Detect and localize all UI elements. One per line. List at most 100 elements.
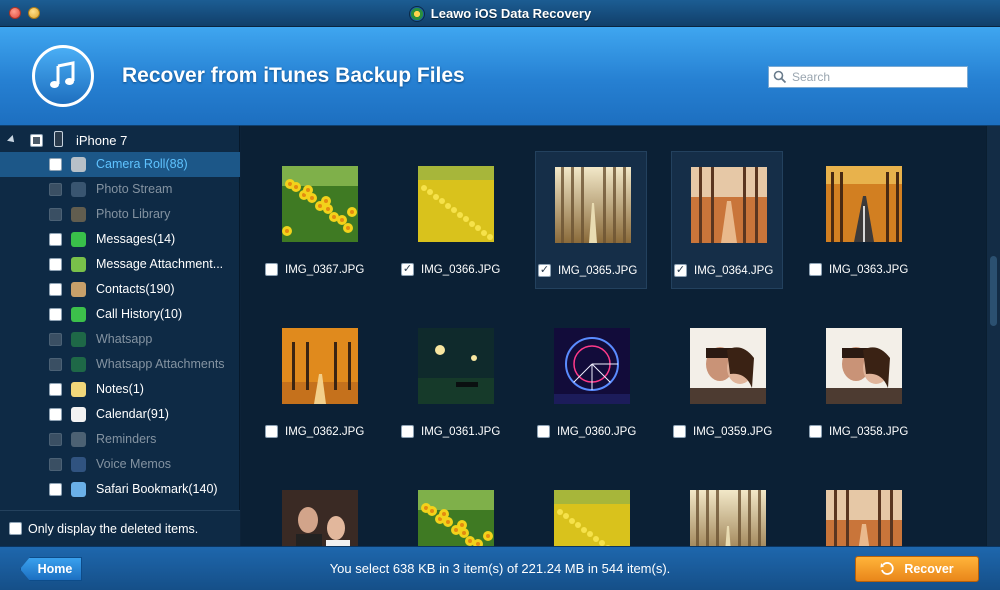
photo-thumbnail[interactable]: IMG_0363.JPG xyxy=(807,151,919,289)
photo-filename: IMG_0359.JPG xyxy=(693,425,773,438)
voice-memos-icon xyxy=(71,457,86,472)
search-box[interactable] xyxy=(768,66,968,88)
sidebar-item-notes[interactable]: Notes(1) xyxy=(0,377,240,402)
photo-image[interactable] xyxy=(826,328,902,404)
device-tree-root[interactable]: iPhone 7 xyxy=(0,128,240,152)
deleted-only-checkbox[interactable] xyxy=(9,522,22,535)
photo-checkbox[interactable] xyxy=(674,264,687,277)
sidebar-item-label: Camera Roll(88) xyxy=(96,157,188,171)
sidebar-item-call-history[interactable]: Call History(10) xyxy=(0,302,240,327)
sidebar-item-safari-bookmark[interactable]: Safari Bookmark(140) xyxy=(0,477,240,502)
photo-thumbnail[interactable]: IMG_0367.JPG xyxy=(263,151,375,289)
photo-image[interactable] xyxy=(418,490,494,546)
thumbnail-grid: IMG_0367.JPG IMG_0366.JPG IMG_0365.JPG IMG_… xyxy=(241,126,986,546)
photo-image[interactable] xyxy=(555,167,631,243)
photo-image[interactable] xyxy=(282,490,358,546)
photo-checkbox[interactable] xyxy=(265,263,278,276)
photo-image[interactable] xyxy=(690,490,766,546)
photo-thumbnail[interactable]: IMG_0360.JPG xyxy=(535,313,647,451)
photo-thumbnail[interactable]: IMG_0364.JPG xyxy=(671,151,783,289)
photo-image[interactable] xyxy=(826,166,902,242)
sidebar-item-photo-stream[interactable]: Photo Stream xyxy=(0,177,240,202)
sidebar-item-label: Photo Stream xyxy=(96,182,173,196)
photo-thumbnail[interactable]: IMG_0366.JPG xyxy=(399,151,511,289)
photo-thumbnail[interactable]: IMG_0358.JPG xyxy=(807,313,919,451)
category-checkbox[interactable] xyxy=(49,408,62,421)
photo-filename: IMG_0367.JPG xyxy=(285,263,365,276)
sidebar-item-label: Reminders xyxy=(96,432,157,446)
photo-thumbnail[interactable] xyxy=(807,475,919,546)
photo-checkbox[interactable] xyxy=(401,263,414,276)
app-window: Leawo iOS Data Recovery Recover from iTu… xyxy=(0,0,1000,590)
grid-scrollbar[interactable] xyxy=(986,126,1000,546)
category-checkbox[interactable] xyxy=(49,233,62,246)
photo-image[interactable] xyxy=(554,328,630,404)
photo-image[interactable] xyxy=(418,328,494,404)
category-checkbox[interactable] xyxy=(49,383,62,396)
deleted-only-option[interactable]: Only display the deleted items. xyxy=(0,510,240,546)
whatsapp-icon xyxy=(71,332,86,347)
photo-checkbox[interactable] xyxy=(401,425,414,438)
category-checkbox[interactable] xyxy=(49,258,62,271)
category-checkbox[interactable] xyxy=(49,483,62,496)
sidebar-item-contacts[interactable]: Contacts(190) xyxy=(0,277,240,302)
photo-caption: IMG_0361.JPG xyxy=(401,425,500,438)
photo-image[interactable] xyxy=(554,490,630,546)
category-checkbox xyxy=(49,433,62,446)
sidebar-item-voice-memos[interactable]: Voice Memos xyxy=(0,452,240,477)
recover-button[interactable]: Recover xyxy=(855,556,979,582)
call-history-icon xyxy=(71,307,86,322)
photo-filename: IMG_0362.JPG xyxy=(285,425,365,438)
photo-thumbnail[interactable] xyxy=(263,475,375,546)
photo-checkbox[interactable] xyxy=(265,425,278,438)
sidebar-item-photo-library[interactable]: Photo Library xyxy=(0,202,240,227)
photo-thumbnail[interactable]: IMG_0365.JPG xyxy=(535,151,647,289)
photo-checkbox[interactable] xyxy=(809,425,822,438)
photo-thumbnail[interactable]: IMG_0362.JPG xyxy=(263,313,375,451)
photo-thumbnail[interactable] xyxy=(399,475,511,546)
photo-image[interactable] xyxy=(282,166,358,242)
sidebar-item-camera-roll[interactable]: Camera Roll(88) xyxy=(0,152,240,177)
sidebar-item-calendar[interactable]: Calendar(91) xyxy=(0,402,240,427)
photo-thumbnail[interactable]: IMG_0359.JPG xyxy=(671,313,783,451)
photo-image[interactable] xyxy=(691,167,767,243)
deleted-only-label: Only display the deleted items. xyxy=(28,521,199,536)
sidebar-item-reminders[interactable]: Reminders xyxy=(0,427,240,452)
photo-checkbox[interactable] xyxy=(538,264,551,277)
photo-thumbnail[interactable] xyxy=(535,475,647,546)
recover-label: Recover xyxy=(904,562,954,576)
header: Recover from iTunes Backup Files xyxy=(0,27,1000,126)
expand-triangle-icon[interactable] xyxy=(7,135,17,145)
search-input[interactable] xyxy=(792,70,962,84)
sidebar-item-label: Message Attachment... xyxy=(96,257,224,271)
scrollbar-thumb[interactable] xyxy=(990,256,997,326)
photo-image[interactable] xyxy=(826,490,902,546)
sidebar-item-messages[interactable]: Messages(14) xyxy=(0,227,240,252)
category-checkbox[interactable] xyxy=(49,283,62,296)
photo-image[interactable] xyxy=(690,328,766,404)
photo-filename: IMG_0361.JPG xyxy=(421,425,501,438)
photo-library-icon xyxy=(71,207,86,222)
photo-thumbnail[interactable]: IMG_0361.JPG xyxy=(399,313,511,451)
photo-filename: IMG_0360.JPG xyxy=(557,425,637,438)
photo-checkbox[interactable] xyxy=(537,425,550,438)
sidebar-item-label: Notes(1) xyxy=(96,382,144,396)
photo-image[interactable] xyxy=(282,328,358,404)
photo-caption: IMG_0363.JPG xyxy=(809,263,908,276)
sidebar-item-whatsapp[interactable]: Whatsapp xyxy=(0,327,240,352)
device-checkbox[interactable] xyxy=(30,134,43,147)
sidebar-item-label: Contacts(190) xyxy=(96,282,175,296)
photo-caption: IMG_0364.JPG xyxy=(674,264,773,277)
photo-thumbnail[interactable] xyxy=(671,475,783,546)
sidebar-item-whatsapp-attachments[interactable]: Whatsapp Attachments xyxy=(0,352,240,377)
category-checkbox xyxy=(49,208,62,221)
window-title: Leawo iOS Data Recovery xyxy=(430,6,592,21)
category-checkbox[interactable] xyxy=(49,308,62,321)
category-checkbox[interactable] xyxy=(49,158,62,171)
photo-filename: IMG_0365.JPG xyxy=(558,264,638,277)
photo-image[interactable] xyxy=(418,166,494,242)
photo-checkbox[interactable] xyxy=(809,263,822,276)
sidebar-item-message-attachment[interactable]: Message Attachment... xyxy=(0,252,240,277)
photo-checkbox[interactable] xyxy=(673,425,686,438)
footer: Home You select 638 KB in 3 item(s) of 2… xyxy=(0,546,1000,590)
